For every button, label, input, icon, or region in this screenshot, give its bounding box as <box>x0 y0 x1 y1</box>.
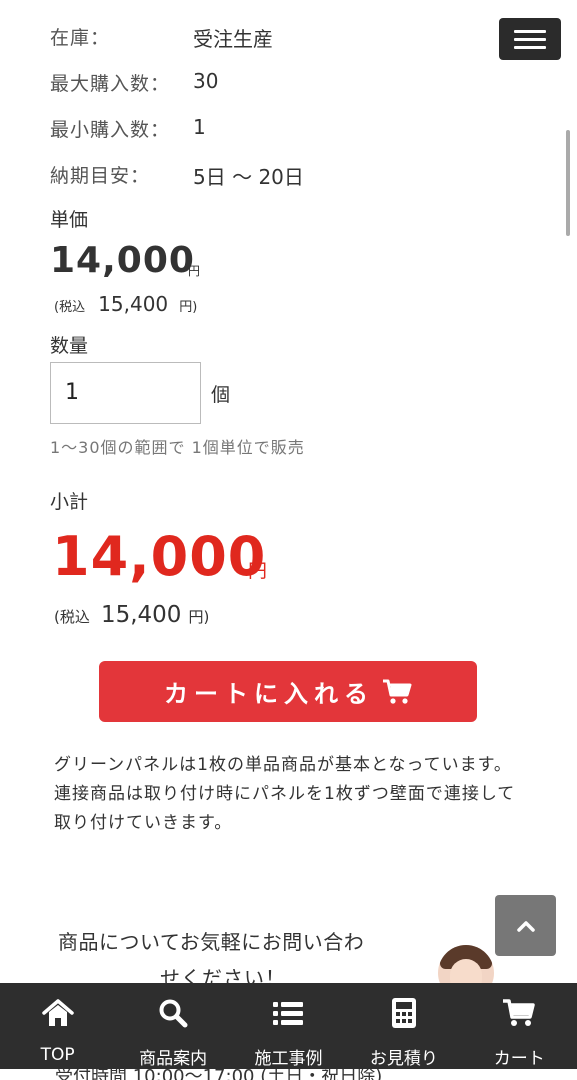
add-to-cart-label: カートに入れる <box>164 680 374 708</box>
quantity-note: 1〜30個の範囲で 1個単位で販売 <box>50 438 305 457</box>
cart-icon <box>383 679 412 704</box>
spec-value: 受注生産 <box>193 27 273 51</box>
tax-suffix: 円) <box>179 300 198 315</box>
chevron-up-icon <box>516 920 535 932</box>
bottom-navigation: TOP 商品案内 施工事例 お見積り カート <box>0 983 577 1069</box>
subtotal-yen: 円 <box>248 560 268 582</box>
quantity-unit: 個 <box>211 384 231 406</box>
nav-label: 商品案内 <box>139 1049 208 1069</box>
nav-label: 施工事例 <box>254 1049 323 1069</box>
tax-amount: 15,400 <box>98 292 169 316</box>
scrollbar[interactable] <box>566 130 570 236</box>
subtotal-tax: (税込 15,400 円) <box>54 602 209 628</box>
cart-icon <box>503 998 535 1026</box>
nav-label: TOP <box>40 1045 75 1065</box>
quantity-input[interactable]: 1 <box>50 362 201 424</box>
tax-prefix: (税込 <box>54 608 90 626</box>
menu-line <box>514 30 546 33</box>
unit-price-amount: 14,000 <box>50 240 195 281</box>
nav-label: お見積り <box>369 1049 438 1069</box>
menu-line <box>514 38 546 41</box>
home-icon <box>41 999 74 1026</box>
inquiry-heading-line1: 商品についてお気軽にお問い合わ <box>58 930 365 954</box>
unit-price-yen: 円 <box>188 264 201 278</box>
subtotal-label: 小計 <box>50 491 89 513</box>
tax-suffix: 円) <box>188 608 210 626</box>
hamburger-menu-button[interactable] <box>499 18 561 60</box>
unit-price-tax: (税込 15,400 円) <box>54 292 197 316</box>
product-description: グリーンパネルは1枚の単品商品が基本となっています。連接商品は取り付け時にパネル… <box>54 755 516 833</box>
nav-item-products[interactable]: 商品案内 <box>115 983 230 1069</box>
add-to-cart-button[interactable]: カートに入れる <box>99 661 477 722</box>
nav-label: カート <box>493 1049 545 1069</box>
calculator-icon <box>391 997 416 1028</box>
nav-item-estimate[interactable]: お見積り <box>346 983 461 1069</box>
spec-label: 最大購入数： <box>50 73 171 95</box>
back-to-top-button[interactable] <box>495 895 556 956</box>
list-icon <box>273 1001 304 1025</box>
menu-line <box>514 46 546 49</box>
spec-value: 1 <box>193 115 206 139</box>
spec-label: 納期目安： <box>50 165 151 187</box>
tax-amount: 15,400 <box>100 602 182 628</box>
unit-price-label: 単価 <box>50 209 89 231</box>
spec-value: 30 <box>193 69 219 93</box>
quantity-label: 数量 <box>50 335 89 357</box>
nav-item-cases[interactable]: 施工事例 <box>231 983 346 1069</box>
spec-label: 在庫： <box>50 27 111 49</box>
nav-item-top[interactable]: TOP <box>0 983 115 1069</box>
spec-label: 最小購入数： <box>50 119 171 141</box>
subtotal-amount: 14,000 <box>52 525 267 588</box>
spec-value: 5日 〜 20日 <box>193 165 304 189</box>
search-icon <box>159 999 188 1027</box>
nav-item-cart[interactable]: カート <box>462 983 577 1069</box>
tax-prefix: (税込 <box>54 300 86 315</box>
